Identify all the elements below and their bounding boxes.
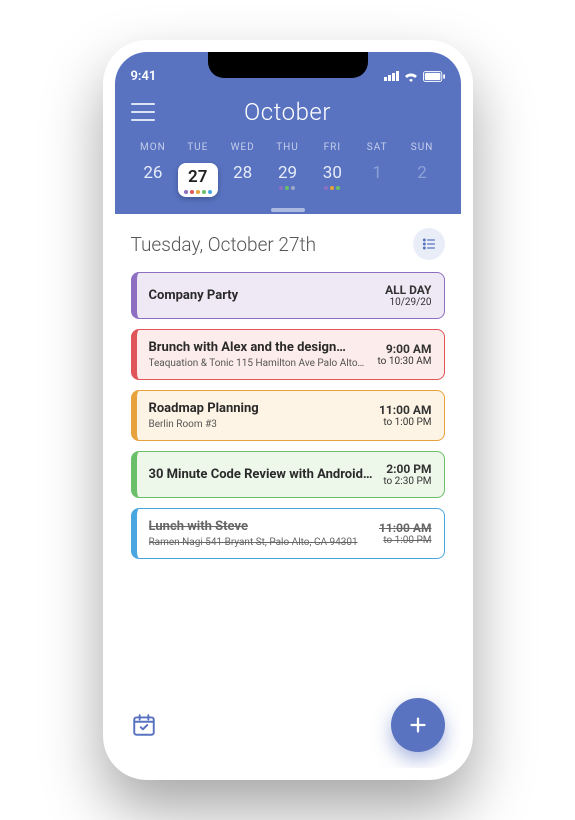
date-number: 29 [265,163,310,183]
event-dots [310,186,355,191]
month-title[interactable]: October [244,98,331,126]
menu-button[interactable] [131,103,155,121]
date-number: 27 [184,167,212,187]
event-list-area: Tuesday, October 27th Company Party ALL D… [115,214,461,649]
weekday-label: MON [131,142,176,153]
dates-row: 26 27 28293012 [131,157,445,214]
battery-icon [423,71,445,82]
event-card[interactable]: Roadmap Planning Berlin Room #3 11:00 AMto… [131,390,445,441]
day-title: Tuesday, October 27th [131,233,317,256]
day-header: Tuesday, October 27th [131,228,445,260]
event-location: Berlin Room #3 [149,419,370,430]
title-bar: October [131,90,445,134]
date-number: 1 [355,163,400,183]
event-dots [355,186,400,191]
date-number: 28 [220,163,265,183]
weekday-label: SAT [355,142,400,153]
status-time: 9:41 [131,69,157,84]
event-title: Lunch with Steve [149,519,370,534]
calendar-check-icon [131,712,157,738]
cellular-icon [384,71,399,81]
event-title: Roadmap Planning [149,401,370,416]
date-cell[interactable]: 2 [400,157,445,200]
weekday-label: WED [220,142,265,153]
date-number: 26 [131,163,176,183]
event-dots [400,186,445,191]
wifi-icon [403,70,419,82]
drag-handle[interactable] [271,208,305,212]
event-location: Teaquation & Tonic 115 Hamilton Ave Palo… [149,358,368,369]
event-dots [220,186,265,191]
list-view-button[interactable] [413,228,445,260]
event-dots [131,186,176,191]
phone-frame: 9:41 October MONTUEWEDTHUFRISATSUN 26272… [103,40,473,780]
event-title: 30 Minute Code Review with Android Team [149,467,374,482]
list-icon [421,236,437,252]
date-cell[interactable]: 26 [131,157,176,200]
date-number: 30 [310,163,355,183]
date-cell[interactable]: 29 [265,157,310,200]
event-card[interactable]: Brunch with Alex and the design… Teaquati… [131,329,445,380]
event-time: 11:00 AMto 1:00 PM [379,521,431,546]
event-dots [265,186,310,191]
weekday-label: SUN [400,142,445,153]
event-time: 9:00 AMto 10:30 AM [378,342,432,367]
add-event-button[interactable] [391,698,445,752]
event-dots [184,190,212,195]
event-title: Brunch with Alex and the design… [149,340,368,355]
weekday-row: MONTUEWEDTHUFRISATSUN [131,142,445,153]
date-cell[interactable]: 1 [355,157,400,200]
bottom-bar [131,698,445,752]
event-card[interactable]: 30 Minute Code Review with Android Team 2… [131,451,445,498]
plus-icon [407,714,429,736]
event-time: ALL DAY10/29/20 [385,283,431,308]
weekday-label: TUE [175,142,220,153]
event-card[interactable]: Lunch with Steve Ramen Nagi 541 Bryant St… [131,508,445,559]
weekday-label: THU [265,142,310,153]
today-button[interactable] [131,712,157,738]
date-cell[interactable]: 27 [175,157,220,200]
event-time: 11:00 AMto 1:00 PM [379,403,431,428]
event-title: Company Party [149,288,376,303]
event-list: Company Party ALL DAY10/29/20 Brunch with … [131,272,445,559]
event-location: Ramen Nagi 541 Bryant St, Palo Alto, CA … [149,537,370,548]
date-cell[interactable]: 28 [220,157,265,200]
event-card[interactable]: Company Party ALL DAY10/29/20 [131,272,445,319]
status-indicators [384,70,445,82]
event-time: 2:00 PMto 2:30 PM [383,462,431,487]
device-notch [208,52,368,78]
date-number: 2 [400,163,445,183]
weekday-label: FRI [310,142,355,153]
date-cell[interactable]: 30 [310,157,355,200]
